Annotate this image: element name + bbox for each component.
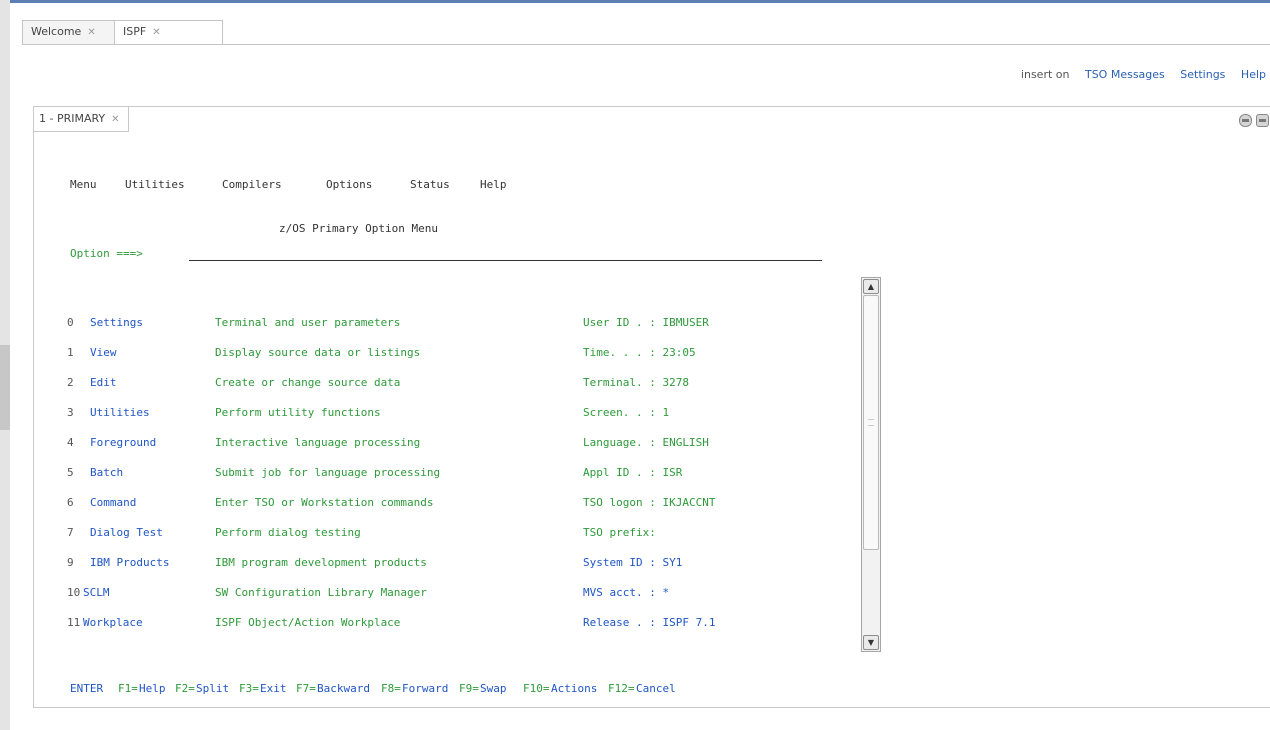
menu-item-status[interactable]: Status (410, 178, 450, 191)
option-view[interactable]: View (90, 346, 117, 359)
help-link[interactable]: Help (1241, 68, 1266, 81)
option-number: 3 (67, 406, 74, 419)
option-prompt: Option ===> (70, 247, 143, 260)
session-toolbar: insert on TSO Messages Settings Help (1009, 68, 1266, 81)
option-settings[interactable]: Settings (90, 316, 143, 329)
option-desc: ISPF Object/Action Workplace (215, 616, 401, 629)
tab-label: ISPF (123, 25, 147, 38)
session-info: System ID : SY1 (583, 556, 683, 569)
option-number: 0 (67, 316, 74, 329)
sash-grip[interactable] (0, 345, 10, 430)
left-sash[interactable] (0, 0, 10, 730)
pf-key: F9= (459, 682, 479, 695)
option-desc: SW Configuration Library Manager (215, 586, 427, 599)
menu-item-menu[interactable]: Menu (70, 178, 97, 191)
pf-actions[interactable]: Actions (551, 682, 597, 695)
option-desc: Create or change source data (215, 376, 401, 389)
option-desc: Interactive language processing (215, 436, 421, 449)
option-dialog-test[interactable]: Dialog Test (90, 526, 163, 539)
tso-messages-link[interactable]: TSO Messages (1085, 68, 1165, 81)
option-number: 11 (67, 616, 81, 629)
option-number: 4 (67, 436, 74, 449)
insert-mode-indicator: insert on (1020, 68, 1070, 81)
scroll-down-icon[interactable]: ▼ (863, 635, 879, 650)
option-ibm-products[interactable]: IBM Products (90, 556, 169, 569)
pf-exit[interactable]: Exit (260, 682, 287, 695)
pf-forward[interactable]: Forward (402, 682, 448, 695)
close-icon[interactable]: ✕ (111, 114, 119, 125)
pf-key: F10= (523, 682, 550, 695)
option-command[interactable]: Command (90, 496, 136, 509)
option-input[interactable] (189, 260, 822, 261)
session-info: Appl ID . : ISR (583, 466, 683, 479)
tab-ispf[interactable]: ISPF ✕ (114, 20, 223, 45)
option-desc: Perform utility functions (215, 406, 381, 419)
panel-controls (1235, 114, 1269, 130)
vertical-scrollbar[interactable]: ▲ ▼ (861, 277, 881, 652)
pf-key: F7= (296, 682, 316, 695)
tab-label: Welcome (31, 25, 82, 38)
option-sclm[interactable]: SCLM (83, 586, 110, 599)
session-panel: 1 - PRIMARY ✕ Menu Utilities Compilers Op… (33, 106, 1270, 708)
option-number: 6 (67, 496, 74, 509)
option-batch[interactable]: Batch (90, 466, 123, 479)
maximize-icon[interactable] (1256, 114, 1269, 127)
session-info: Terminal. : 3278 (583, 376, 689, 389)
option-number: 9 (67, 556, 74, 569)
session-info: MVS acct. : * (583, 586, 670, 599)
pf-backward[interactable]: Backward (317, 682, 370, 695)
menu-item-utilities[interactable]: Utilities (125, 178, 185, 191)
pf-key: F12= (608, 682, 635, 695)
pf-split[interactable]: Split (196, 682, 229, 695)
option-number: 1 (67, 346, 74, 359)
session-info: TSO logon : IKJACCNT (583, 496, 716, 509)
session-info: User ID . : IBMUSER (583, 316, 709, 329)
option-number: 5 (67, 466, 74, 479)
tab-divider (22, 44, 1270, 45)
session-info: Release . : ISPF 7.1 (583, 616, 716, 629)
pf-key: F2= (175, 682, 195, 695)
option-number: 10 (67, 586, 81, 599)
menu-item-compilers[interactable]: Compilers (222, 178, 282, 191)
scroll-thumb[interactable] (863, 295, 879, 550)
pf-help[interactable]: Help (139, 682, 166, 695)
option-utilities[interactable]: Utilities (90, 406, 150, 419)
pf-enter[interactable]: ENTER (70, 682, 103, 695)
session-info: Language. : ENGLISH (583, 436, 709, 449)
session-info: Time. . . : 23:05 (583, 346, 696, 359)
option-desc: IBM program development products (215, 556, 427, 569)
settings-link[interactable]: Settings (1180, 68, 1225, 81)
pf-swap[interactable]: Swap (480, 682, 507, 695)
pf-cancel[interactable]: Cancel (636, 682, 676, 695)
option-desc: Enter TSO or Workstation commands (215, 496, 434, 509)
pf-key: F1= (118, 682, 138, 695)
option-number: 7 (67, 526, 74, 539)
option-desc: Display source data or listings (215, 346, 421, 359)
scroll-up-icon[interactable]: ▲ (863, 279, 879, 294)
session-info: Screen. . : 1 (583, 406, 670, 419)
menu-item-help[interactable]: Help (480, 178, 507, 191)
option-desc: Submit job for language processing (215, 466, 441, 479)
pf-key: F3= (239, 682, 259, 695)
option-workplace[interactable]: Workplace (83, 616, 143, 629)
minimize-icon[interactable] (1239, 114, 1252, 127)
tab-primary[interactable]: 1 - PRIMARY ✕ (34, 107, 129, 132)
screen-title: z/OS Primary Option Menu (279, 222, 438, 235)
tab-label: 1 - PRIMARY (39, 112, 106, 125)
pf-key: F8= (381, 682, 401, 695)
option-desc: Perform dialog testing (215, 526, 361, 539)
session-info: TSO prefix: (583, 526, 656, 539)
window-top-accent (10, 0, 1270, 3)
option-foreground[interactable]: Foreground (90, 436, 156, 449)
option-edit[interactable]: Edit (90, 376, 117, 389)
menu-item-options[interactable]: Options (326, 178, 372, 191)
tab-welcome[interactable]: Welcome ✕ (22, 20, 121, 44)
close-icon[interactable]: ✕ (87, 27, 95, 38)
option-desc: Terminal and user parameters (215, 316, 401, 329)
close-icon[interactable]: ✕ (152, 27, 160, 38)
option-number: 2 (67, 376, 74, 389)
